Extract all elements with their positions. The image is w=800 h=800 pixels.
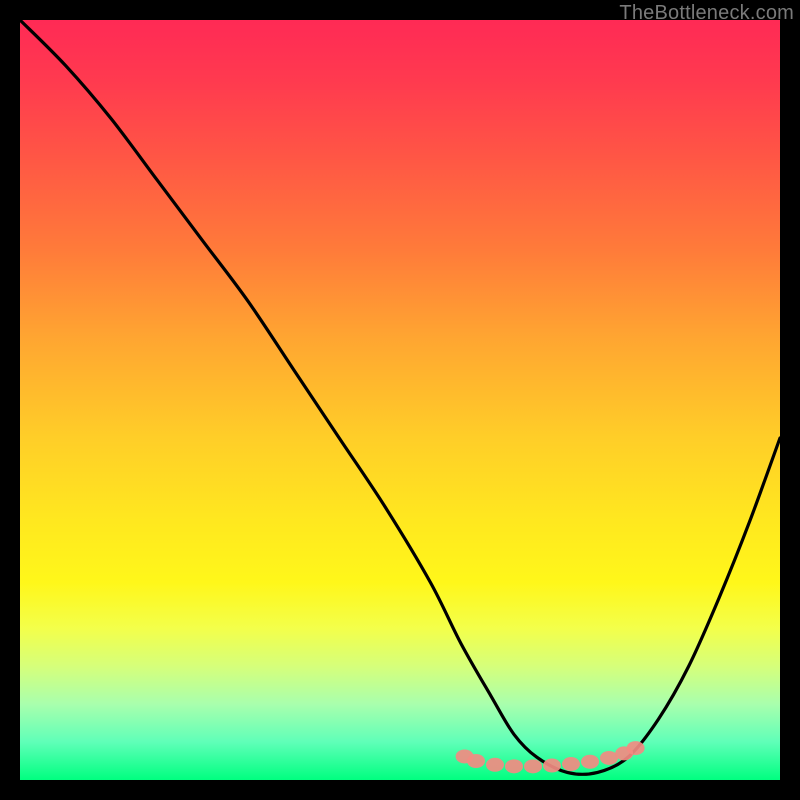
chart-frame: TheBottleneck.com [0, 0, 800, 800]
bottleneck-curve [20, 20, 780, 774]
optimal-marker [562, 757, 580, 771]
optimal-marker [581, 755, 599, 769]
curve-layer [20, 20, 780, 780]
watermark-text: TheBottleneck.com [619, 2, 794, 25]
optimal-marker [627, 741, 645, 755]
optimal-markers [456, 741, 645, 773]
optimal-marker [524, 759, 542, 773]
optimal-marker [467, 754, 485, 768]
optimal-marker [543, 759, 561, 773]
optimal-marker [505, 759, 523, 773]
plot-area [20, 20, 780, 780]
optimal-marker [486, 758, 504, 772]
